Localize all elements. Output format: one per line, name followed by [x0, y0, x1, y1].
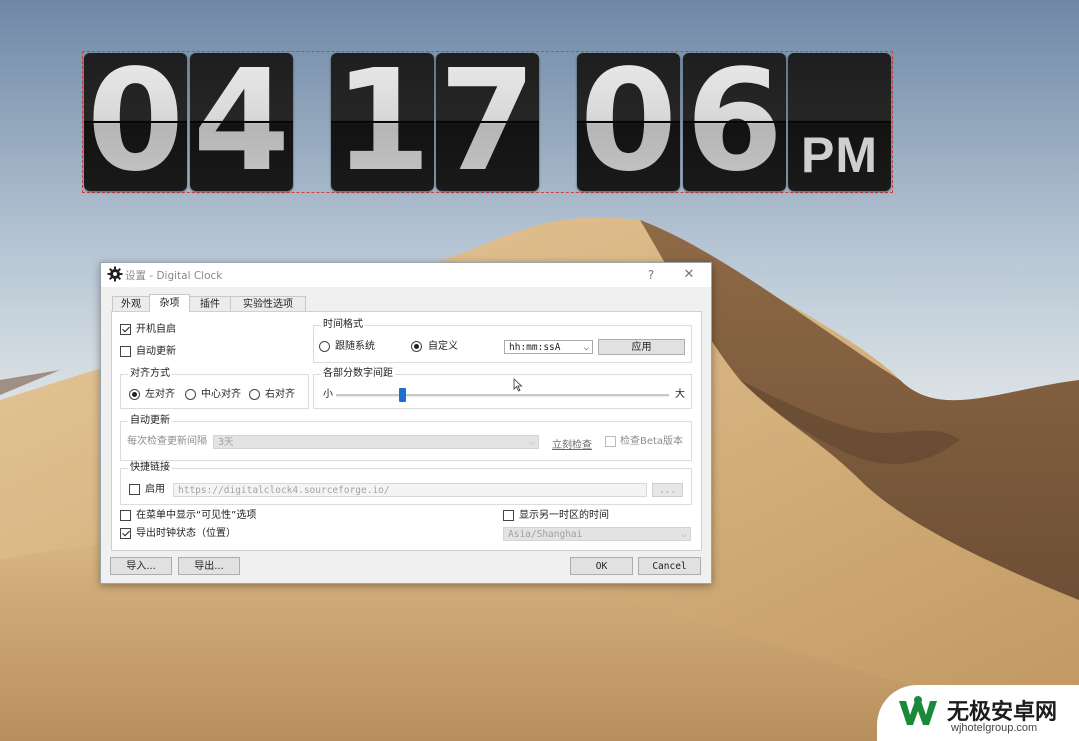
show-visibility-checkbox[interactable] — [120, 510, 131, 521]
spacing-slider-thumb[interactable] — [399, 388, 407, 402]
minute-tens-tile: 1 — [331, 53, 434, 191]
gear-icon — [107, 266, 123, 282]
flip-clock-widget[interactable]: 0 4 1 7 0 6 PM — [82, 51, 893, 193]
hour-ones-tile: 4 — [190, 53, 293, 191]
align-left-label: 左对齐 — [145, 389, 175, 400]
dialog-titlebar[interactable]: 设置 - Digital Clock ? ✕ — [101, 263, 711, 287]
update-interval-label: 每次检查更新间隔 — [127, 436, 207, 447]
ampm-tile: PM — [788, 53, 891, 191]
autoupdate-label: 自动更新 — [136, 346, 176, 357]
time-format-group-label: 时间格式 — [321, 319, 365, 331]
alignment-group-label: 对齐方式 — [128, 368, 172, 380]
autostart-checkbox[interactable] — [120, 324, 131, 335]
ok-button[interactable]: OK — [570, 557, 633, 575]
second-tens-tile: 0 — [577, 53, 680, 191]
align-center-label: 中心对齐 — [201, 389, 241, 400]
spacing-max-label: 大 — [675, 389, 685, 400]
settings-dialog: 设置 - Digital Clock ? ✕ 外观 杂项 插件 实验性选项 开机… — [100, 262, 712, 584]
timezone-value: Asia/Shanghai — [508, 529, 583, 540]
time-format-custom-label: 自定义 — [428, 341, 458, 352]
time-format-combobox[interactable]: hh:mm:ssA ⌵ — [504, 340, 593, 354]
time-format-system-label: 跟随系统 — [335, 341, 375, 352]
chevron-down-icon: ⌵ — [528, 438, 535, 448]
mouse-cursor-icon — [513, 378, 523, 392]
align-left-radio[interactable] — [129, 389, 140, 400]
alignment-group: 对齐方式 左对齐 中心对齐 右对齐 — [120, 368, 309, 409]
import-button[interactable]: 导入... — [110, 557, 172, 575]
autostart-label: 开机自启 — [136, 324, 176, 335]
align-right-radio[interactable] — [249, 389, 260, 400]
shortcut-link-group-label: 快捷链接 — [128, 462, 172, 474]
shortcut-url-field[interactable]: https://digitalclock4.sourceforge.io/ — [173, 483, 647, 497]
second-ones-digit: 6 — [683, 53, 786, 191]
export-button[interactable]: 导出... — [178, 557, 240, 575]
watermark-url: wjhotelgroup.com — [951, 722, 1038, 734]
shortcut-browse-button[interactable]: ... — [652, 483, 683, 497]
second-ones-tile: 6 — [683, 53, 786, 191]
hour-ones-digit: 4 — [190, 53, 293, 191]
time-format-value: hh:mm:ssA — [509, 342, 561, 353]
check-beta-label: 检查Beta版本 — [620, 436, 684, 447]
tab-appearance[interactable]: 外观 — [112, 296, 150, 312]
time-format-system-radio[interactable] — [319, 341, 330, 352]
spacing-slider-track[interactable] — [336, 394, 669, 397]
autoupdate-checkbox[interactable] — [120, 346, 131, 357]
hour-tens-digit: 0 — [84, 53, 187, 191]
minute-ones-tile: 7 — [436, 53, 539, 191]
other-timezone-checkbox[interactable] — [503, 510, 514, 521]
ampm-indicator: PM — [801, 127, 878, 183]
shortcut-enable-label: 启用 — [145, 484, 165, 495]
align-center-radio[interactable] — [185, 389, 196, 400]
hour-tens-tile: 0 — [84, 53, 187, 191]
timezone-combobox[interactable]: Asia/Shanghai ⌵ — [503, 527, 691, 541]
help-button[interactable]: ? — [637, 265, 665, 285]
chevron-down-icon: ⌵ — [681, 530, 687, 540]
check-beta-checkbox[interactable] — [605, 436, 616, 447]
update-interval-value: 3天 — [218, 437, 234, 448]
auto-update-group: 自动更新 每次检查更新间隔 3天 ⌵ 立刻检查 检查Beta版本 — [120, 415, 692, 461]
check-now-link[interactable]: 立刻检查 — [552, 436, 592, 451]
watermark-badge: 无极安卓网 wjhotelgroup.com — [877, 685, 1079, 741]
misc-tab-panel: 开机自启 自动更新 时间格式 跟随系统 自定义 hh:mm:ssA ⌵ 应用 对… — [111, 311, 702, 551]
cancel-button[interactable]: Cancel — [638, 557, 701, 575]
tab-misc[interactable]: 杂项 — [149, 294, 190, 312]
other-timezone-label: 显示另一时区的时间 — [519, 510, 609, 521]
minute-ones-digit: 7 — [436, 53, 539, 191]
shortcut-enable-checkbox[interactable] — [129, 484, 140, 495]
minute-tens-digit: 1 — [331, 53, 434, 191]
align-right-label: 右对齐 — [265, 389, 295, 400]
watermark-logo-icon — [899, 696, 937, 725]
close-button[interactable]: ✕ — [675, 265, 703, 285]
spacing-min-label: 小 — [323, 389, 333, 400]
update-interval-combobox[interactable]: 3天 ⌵ — [213, 435, 539, 449]
show-visibility-label: 在菜单中显示“可见性”选项 — [136, 510, 257, 521]
auto-update-group-label: 自动更新 — [128, 415, 172, 427]
tab-experimental[interactable]: 实验性选项 — [230, 296, 306, 312]
time-format-custom-radio[interactable] — [411, 341, 422, 352]
chevron-down-icon: ⌵ — [583, 343, 589, 353]
shortcut-link-group: 快捷链接 启用 https://digitalclock4.sourceforg… — [120, 462, 692, 505]
digit-spacing-group-label: 各部分数字间距 — [321, 368, 395, 380]
dialog-title: 设置 - Digital Clock — [125, 270, 223, 282]
apply-button[interactable]: 应用 — [598, 339, 685, 355]
export-state-checkbox[interactable] — [120, 528, 131, 539]
export-state-label: 导出时钟状态（位置） — [136, 528, 236, 539]
second-tens-digit: 0 — [577, 53, 680, 191]
digit-spacing-group: 各部分数字间距 小 大 — [313, 368, 692, 409]
time-format-group: 时间格式 跟随系统 自定义 hh:mm:ssA ⌵ 应用 — [313, 319, 692, 363]
tab-plugins[interactable]: 插件 — [189, 296, 231, 312]
